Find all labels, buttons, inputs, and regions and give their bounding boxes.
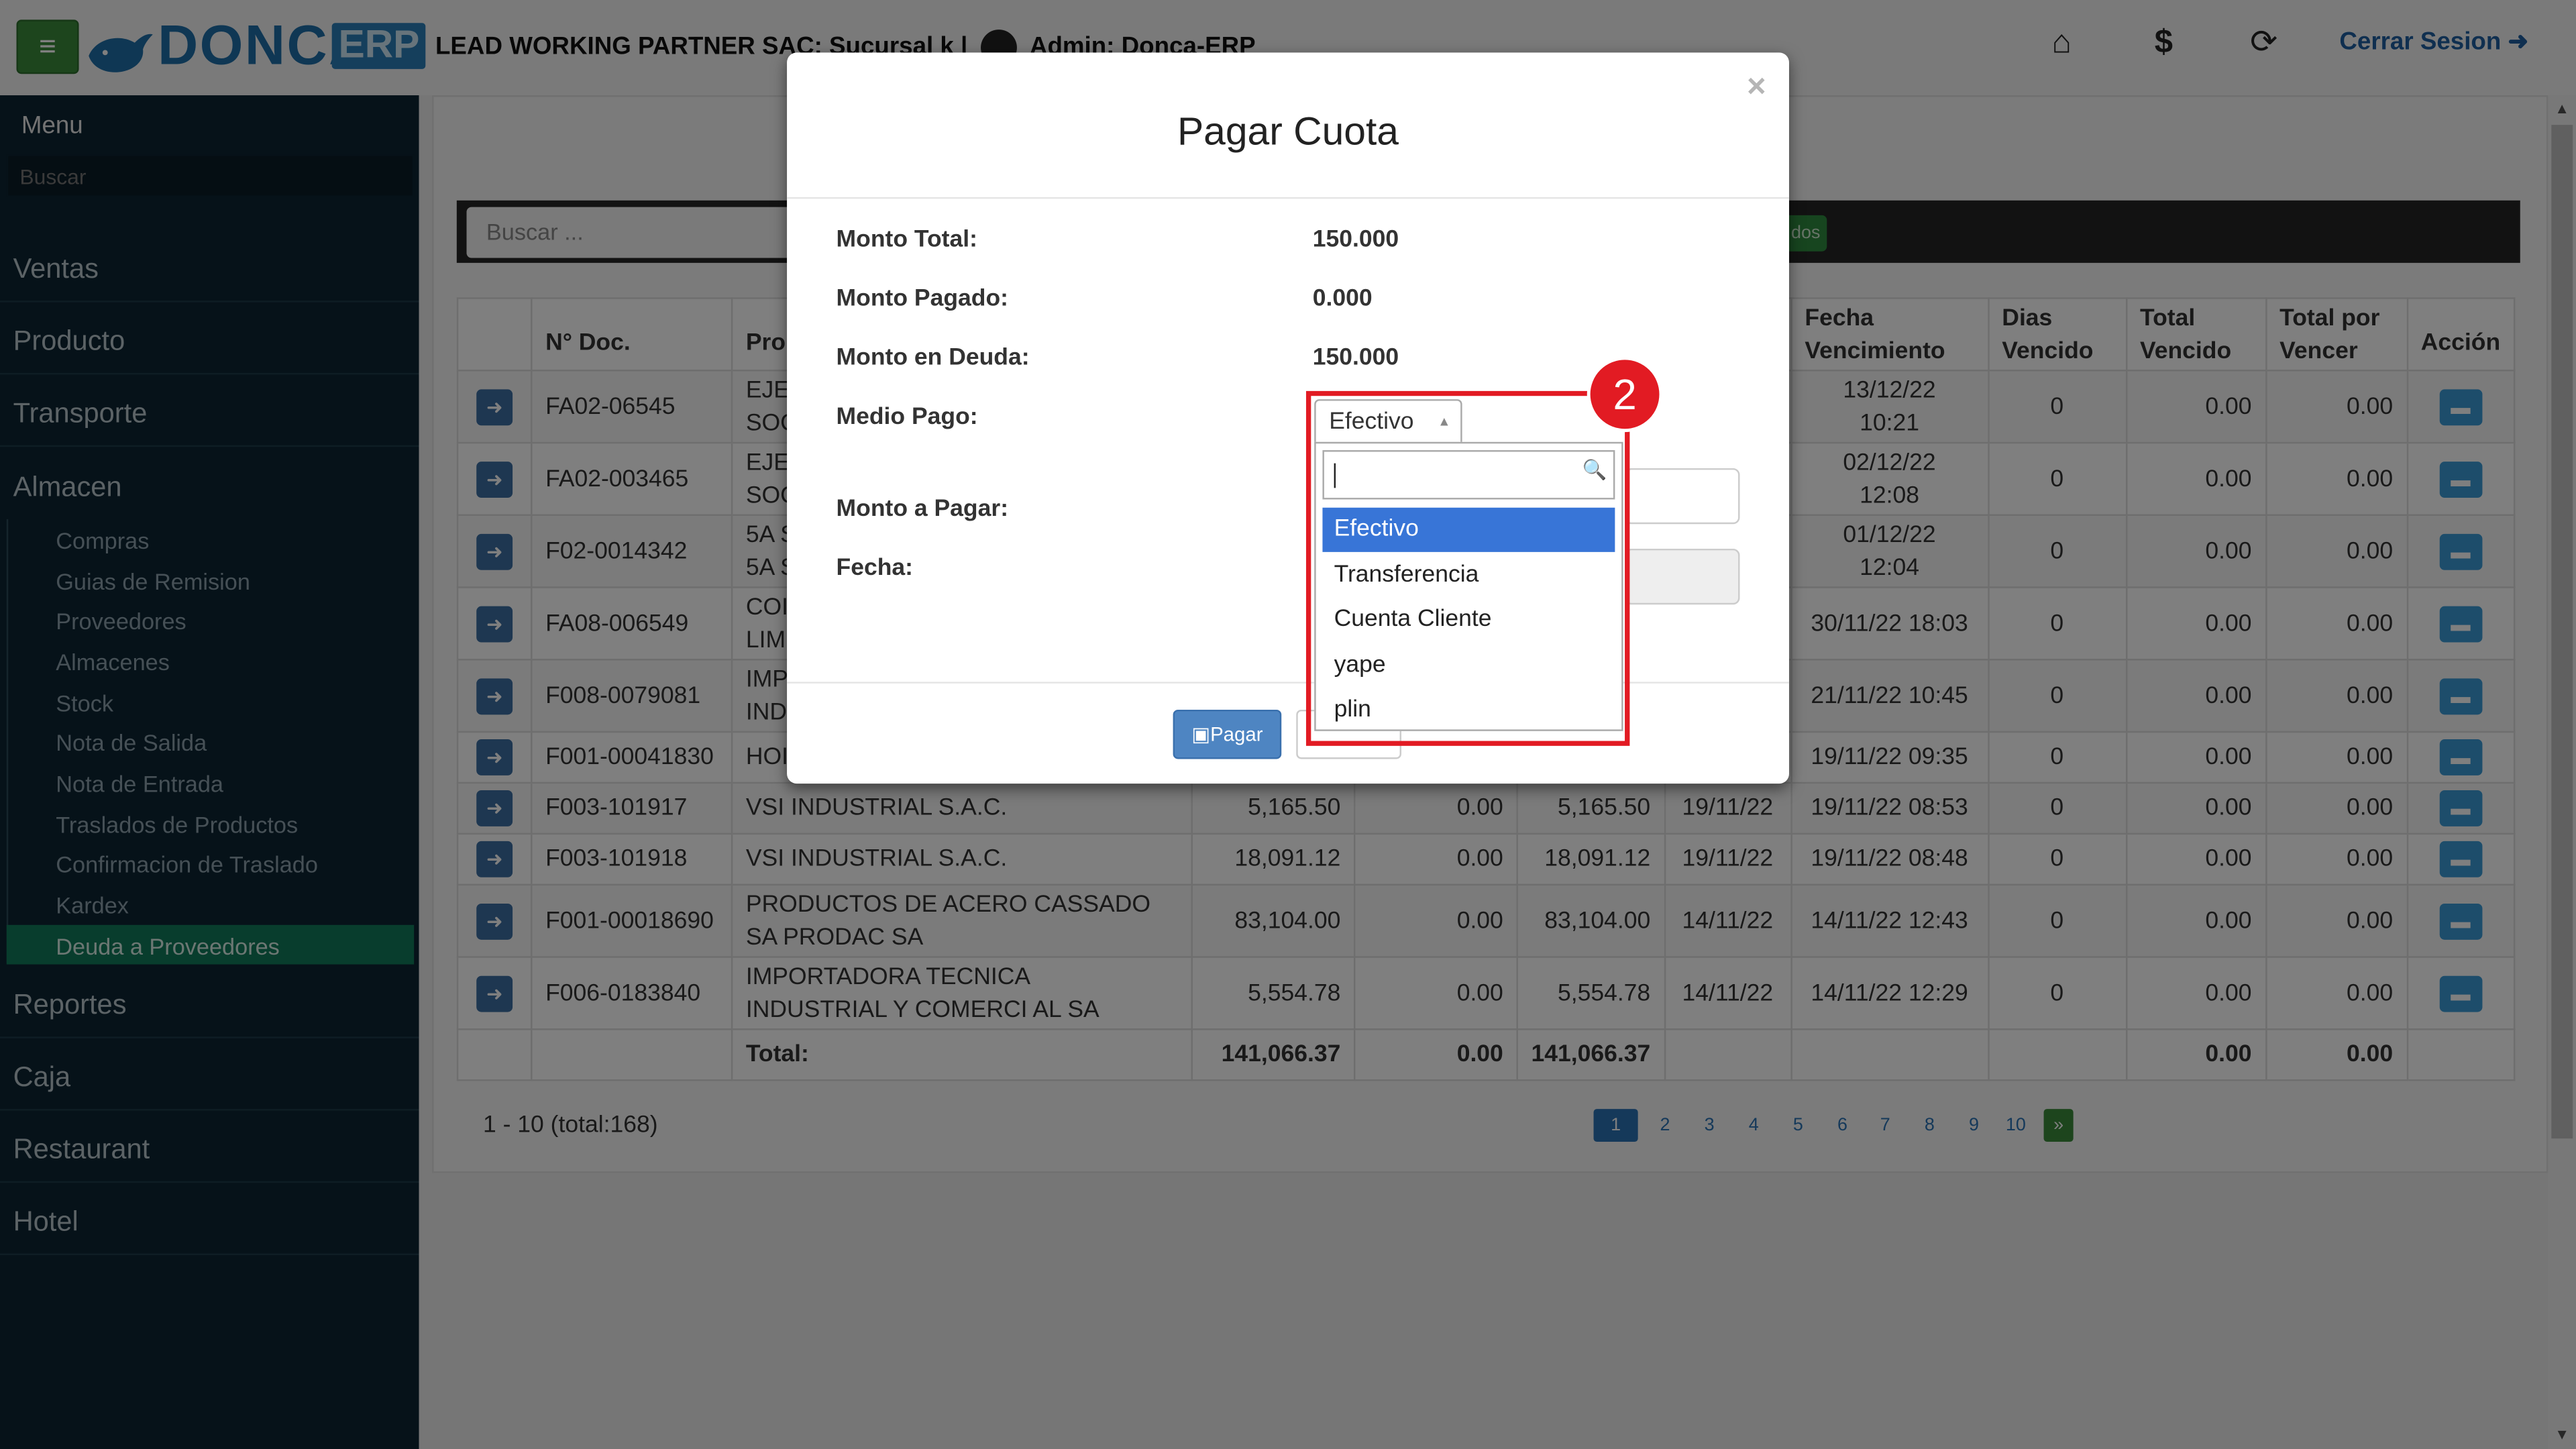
highlight-box	[1305, 390, 1630, 746]
monto-pagar-input[interactable]	[1625, 468, 1740, 525]
medio-pago-label: Medio Pago:	[836, 404, 978, 431]
monto-pagar-label: Monto a Pagar:	[836, 496, 1009, 523]
fecha-label: Fecha:	[836, 555, 914, 582]
modal-header-divider	[787, 197, 1789, 199]
modal-title: Pagar Cuota	[1177, 110, 1399, 155]
monto-pagado-label: Monto Pagado:	[836, 286, 1008, 313]
step-badge: 2	[1587, 356, 1663, 433]
cash-icon: ▣	[1191, 722, 1211, 746]
close-icon[interactable]: ×	[1747, 69, 1766, 107]
monto-total-label: Monto Total:	[836, 226, 977, 254]
modal-footer-divider	[787, 682, 1789, 684]
monto-deuda-label: Monto en Deuda:	[836, 345, 1030, 372]
pay-button-label: Pagar	[1210, 722, 1263, 746]
monto-deuda-value: 150.000	[1312, 345, 1399, 372]
fecha-input[interactable]	[1625, 548, 1740, 605]
pay-button[interactable]: ▣Pagar	[1173, 709, 1282, 759]
monto-pagado-value: 0.000	[1312, 286, 1373, 313]
monto-total-value: 150.000	[1312, 226, 1399, 254]
